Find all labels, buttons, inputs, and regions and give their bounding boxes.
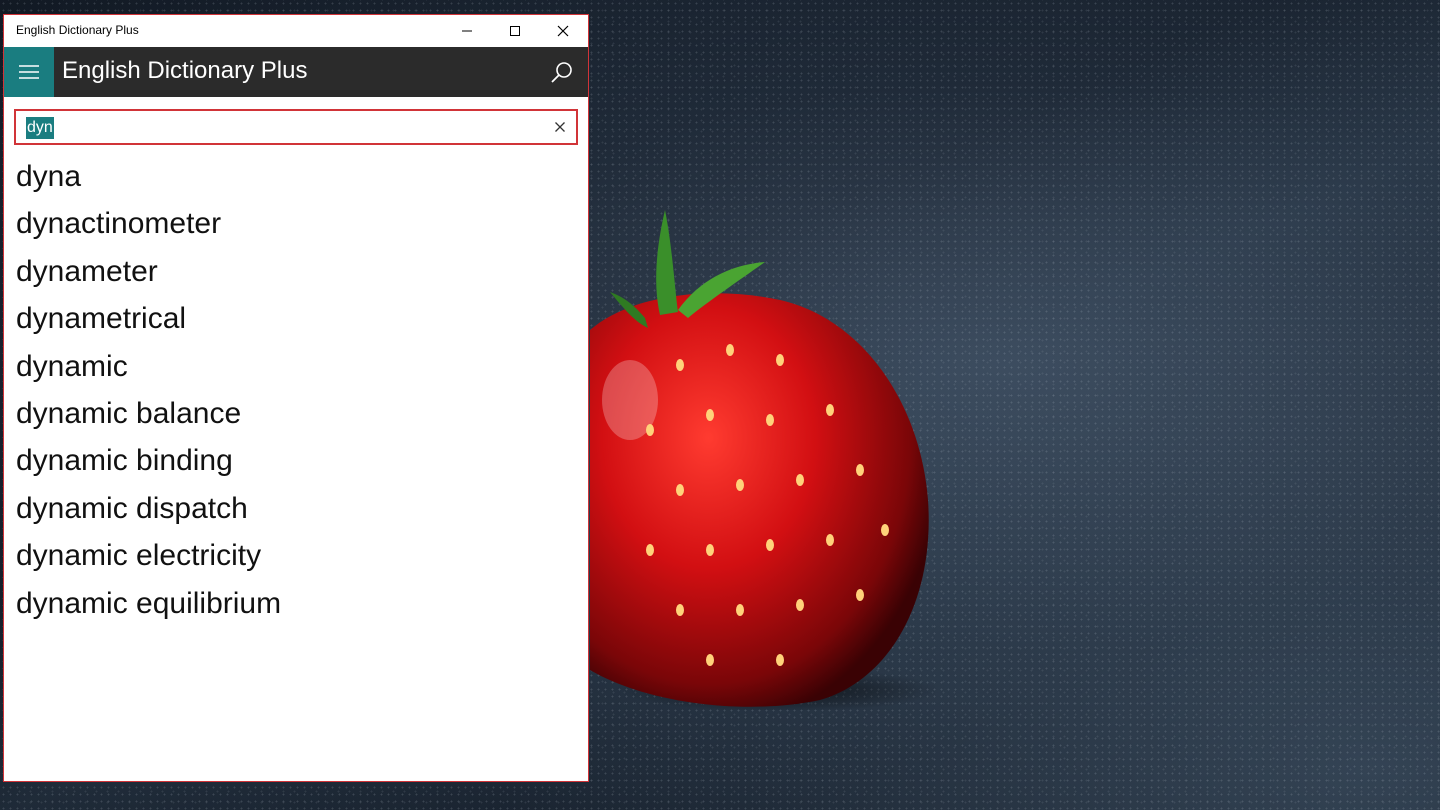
close-icon (557, 25, 569, 37)
menu-button[interactable] (4, 47, 54, 97)
list-item[interactable]: dynamic electricity (16, 532, 281, 579)
close-button[interactable] (540, 15, 586, 47)
list-item[interactable]: dynamic equilibrium (16, 580, 281, 627)
minimize-icon (462, 30, 472, 32)
clear-icon (555, 122, 565, 132)
app-header: English Dictionary Plus (4, 47, 588, 97)
maximize-button[interactable] (492, 15, 538, 47)
list-item[interactable]: dynamic dispatch (16, 485, 281, 532)
strawberry-image (590, 210, 935, 710)
app-window: English Dictionary Plus English Dictiona… (3, 14, 589, 782)
list-item[interactable]: dyna (16, 153, 281, 200)
list-item[interactable]: dynamic binding (16, 437, 281, 484)
search-input[interactable] (24, 115, 524, 139)
search-icon (551, 62, 572, 83)
maximize-icon (510, 26, 520, 36)
search-field[interactable]: dyn (14, 109, 578, 145)
window-title: English Dictionary Plus (16, 23, 139, 37)
clear-search-button[interactable] (550, 117, 570, 137)
list-item[interactable]: dynameter (16, 248, 281, 295)
list-item[interactable]: dynactinometer (16, 200, 281, 247)
list-item[interactable]: dynamic (16, 343, 281, 390)
search-button[interactable] (542, 52, 582, 92)
desktop-wallpaper: English Dictionary Plus English Dictiona… (0, 0, 1440, 810)
window-titlebar[interactable]: English Dictionary Plus (4, 15, 588, 47)
results-list: dyna dynactinometer dynameter dynametric… (16, 153, 281, 627)
list-item[interactable]: dynamic balance (16, 390, 281, 437)
hamburger-icon (19, 65, 39, 79)
app-title: English Dictionary Plus (62, 57, 308, 84)
minimize-button[interactable] (444, 15, 490, 47)
list-item[interactable]: dynametrical (16, 295, 281, 342)
